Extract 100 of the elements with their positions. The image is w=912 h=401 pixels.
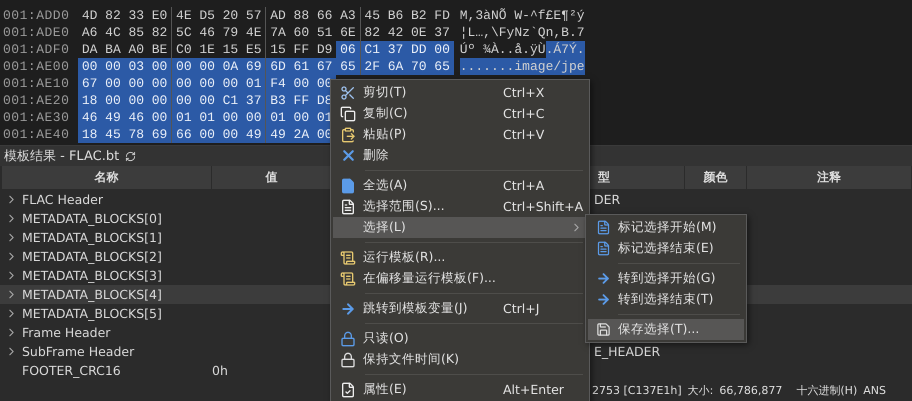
- hex-byte: 00: [124, 92, 148, 109]
- menu-item[interactable]: 转到选择结束(T): [588, 289, 744, 310]
- tree-row[interactable]: METADATA_BLOCKS[2]: [0, 247, 330, 266]
- column-header[interactable]: 名称: [2, 166, 212, 189]
- hex-byte: 00: [290, 75, 313, 92]
- name-text: METADATA_BLOCKS[5]: [22, 306, 163, 321]
- arrow-icon: [340, 300, 356, 316]
- hex-byte: 00: [195, 92, 219, 109]
- hex-byte: BE: [150, 41, 168, 58]
- name-text: FOOTER_CRC16: [22, 363, 122, 378]
- hex-byte: 4C: [104, 24, 122, 41]
- menu-item[interactable]: 全选(A) Ctrl+A: [333, 175, 587, 196]
- hex-byte: 0E: [410, 24, 428, 41]
- hex-byte: F4: [266, 75, 290, 92]
- hex-byte: E0: [150, 7, 168, 24]
- hex-byte: 67: [312, 58, 336, 75]
- tree-row[interactable]: METADATA_BLOCKS[1]: [0, 228, 330, 247]
- menu-item[interactable]: 删除: [333, 145, 587, 166]
- offset-label: 001:ADE0: [2, 25, 70, 40]
- hex-byte: 37: [433, 24, 451, 41]
- menu-item[interactable]: 保存选择(T)...: [588, 319, 744, 340]
- menu-item[interactable]: 跳转到模板变量(J) Ctrl+J: [333, 298, 587, 319]
- name-text: METADATA_BLOCKS[0]: [22, 211, 163, 226]
- hex-byte: 01: [242, 75, 266, 92]
- hex-byte: 46: [124, 109, 148, 126]
- hex-byte: 00: [101, 58, 125, 75]
- file-check-icon: [340, 382, 356, 398]
- hex-byte: 60: [292, 24, 310, 41]
- menu-item[interactable]: 选择范围(S)... Ctrl+Shift+A: [333, 196, 587, 217]
- status-size-label: 大小:: [688, 383, 714, 398]
- menu-item[interactable]: 只读(O): [333, 328, 587, 349]
- hex-byte: 37: [242, 92, 266, 109]
- hex-byte: 69: [148, 126, 172, 143]
- tree-row[interactable]: METADATA_BLOCKS[3]: [0, 266, 330, 285]
- column-header[interactable]: 颜色: [685, 166, 747, 189]
- document-icon: [596, 241, 610, 256]
- hex-byte: 2F: [360, 58, 384, 75]
- ascii-text: M,3àNÕ W-^f£E¶²ý: [460, 7, 585, 24]
- hex-byte: 18: [78, 92, 102, 109]
- hex-byte: 00: [290, 109, 313, 126]
- status-mode: 十六进制(H): [796, 383, 858, 398]
- hex-byte: 00: [148, 58, 172, 75]
- hex-byte: A3: [339, 7, 357, 24]
- hex-byte: 6E: [339, 24, 357, 41]
- hex-byte: 18: [78, 126, 102, 143]
- refresh-icon[interactable]: [125, 150, 136, 162]
- menu-item[interactable]: 标记选择结束(E): [588, 238, 744, 259]
- menu-item[interactable]: 运行模板(R)...: [333, 247, 587, 268]
- hex-byte: 00: [195, 75, 219, 92]
- type-text: DER: [594, 192, 620, 207]
- hex-byte: 00: [148, 92, 172, 109]
- hex-byte: 66: [172, 126, 196, 143]
- tree-row[interactable]: METADATA_BLOCKS[5]: [0, 304, 330, 323]
- menu-item[interactable]: 保持文件时间(K): [333, 349, 587, 370]
- hex-byte: 78: [124, 126, 148, 143]
- offset-label: 001:ADF0: [2, 42, 70, 57]
- hex-byte: 49: [266, 126, 290, 143]
- menu-item[interactable]: 属性(E) Alt+Enter: [333, 379, 587, 400]
- status-position: 2753 [C137E1h]: [592, 384, 682, 397]
- arrow-icon: [596, 292, 610, 307]
- hex-byte: 00: [172, 92, 196, 109]
- lock-icon: [340, 330, 356, 346]
- hex-byte: 57: [244, 7, 263, 24]
- hex-byte: 49: [101, 109, 125, 126]
- tree-row[interactable]: Frame Header: [0, 323, 330, 342]
- tree-row[interactable]: METADATA_BLOCKS[0]: [0, 209, 330, 228]
- hex-byte: FD: [433, 7, 451, 24]
- menu-item[interactable]: 标记选择开始(M): [588, 217, 744, 238]
- menu-item[interactable]: 选择(L): [333, 217, 587, 238]
- offset-label: 001:AE00: [2, 59, 70, 74]
- hex-byte: 00: [124, 75, 148, 92]
- hex-byte: 00: [148, 109, 172, 126]
- hex-byte: A6: [80, 24, 98, 41]
- hex-byte: D5: [198, 7, 216, 24]
- hex-byte: 00: [78, 58, 102, 75]
- tree-row[interactable]: FOOTER_CRC16 0h: [0, 361, 330, 380]
- hex-byte: 00: [148, 75, 172, 92]
- save-icon: [596, 322, 610, 337]
- scissors-icon: [340, 84, 356, 100]
- menu-item[interactable]: 转到选择开始(G): [588, 268, 744, 289]
- hex-byte: E5: [244, 41, 263, 58]
- menu-item[interactable]: 在偏移量运行模板(F)...: [333, 268, 587, 289]
- hex-byte: 82: [363, 24, 382, 41]
- hex-byte: 00: [430, 41, 454, 58]
- hex-byte: C1: [218, 92, 242, 109]
- hex-byte: 88: [292, 7, 310, 24]
- hex-byte: 61: [290, 58, 313, 75]
- hex-byte: 37: [384, 41, 408, 58]
- type-text: E_HEADER: [594, 344, 660, 359]
- hex-byte: C1: [360, 41, 384, 58]
- status-size: 66,786,877: [719, 384, 782, 397]
- hex-byte: 65: [336, 58, 360, 75]
- hex-byte: 00: [101, 75, 125, 92]
- tree-row[interactable]: FLAC Header: [0, 190, 330, 209]
- hex-byte: 85: [127, 24, 146, 41]
- column-header[interactable]: 注释: [747, 166, 912, 189]
- name-text: Frame Header: [22, 325, 112, 340]
- hex-byte: C0: [175, 41, 193, 58]
- hex-byte: 0A: [218, 58, 242, 75]
- tree-row[interactable]: SubFrame Header: [0, 342, 330, 361]
